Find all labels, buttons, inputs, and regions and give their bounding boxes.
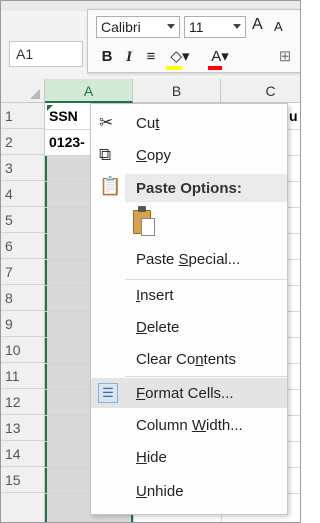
menu-item-delete-label: Delete xyxy=(136,319,180,336)
menu-item-clear-contents-label: Clear Contents xyxy=(136,351,237,368)
column-header-c[interactable]: C xyxy=(221,79,300,103)
menu-item-cut-label: Cut xyxy=(136,115,160,132)
paste-options-header: Paste Options: xyxy=(125,174,287,202)
menu-item-column-width-label: Column Width... xyxy=(136,417,243,434)
column-header-a[interactable]: A xyxy=(45,79,133,103)
row-header-10[interactable]: 10 xyxy=(1,337,44,363)
clipboard-clip xyxy=(138,206,146,212)
bold-button[interactable]: B xyxy=(98,46,116,68)
align-center-button[interactable]: ≡ xyxy=(142,46,160,68)
font-color-swatch xyxy=(208,66,222,70)
row-header-1[interactable]: 1 xyxy=(1,103,44,129)
cell-a1-text: SSN xyxy=(49,108,78,124)
menu-separator xyxy=(125,376,287,377)
paste-option-button[interactable] xyxy=(133,206,159,238)
fill-color-swatch xyxy=(166,66,182,70)
chevron-down-icon xyxy=(233,24,241,29)
clipboard-icon: 📋 xyxy=(99,176,122,196)
menu-item-format-cells[interactable]: ☰ Format Cells... xyxy=(91,378,287,408)
mini-toolbar: Calibri 11 A A B I ≡ ◇▾ A▾ ⊞ xyxy=(87,9,300,73)
row-header-13[interactable]: 13 xyxy=(1,415,44,441)
row-header-12[interactable]: 12 xyxy=(1,389,44,415)
context-menu: ✂ Cut ⧉ Copy 📋 Paste Options: Paste Spec… xyxy=(90,103,288,515)
row-header-4[interactable]: 4 xyxy=(1,181,44,207)
cell-c1-partial-text: u xyxy=(289,108,298,124)
column-header-row: A B C xyxy=(1,79,300,103)
copy-icon: ⧉ xyxy=(99,145,112,164)
menu-item-delete[interactable]: Delete xyxy=(91,312,287,342)
row-header-3[interactable]: 3 xyxy=(1,155,44,181)
menu-item-insert[interactable]: Insert xyxy=(91,280,287,310)
row-header-8[interactable]: 8 xyxy=(1,285,44,311)
menu-item-clear-contents[interactable]: Clear Contents xyxy=(91,344,287,374)
font-color-button[interactable]: A▾ xyxy=(204,46,236,68)
menu-item-format-cells-label: Format Cells... xyxy=(136,385,234,402)
format-cells-icon: ☰ xyxy=(98,383,118,403)
decrease-font-size-button[interactable]: A xyxy=(274,19,283,34)
row-header-14[interactable]: 14 xyxy=(1,441,44,467)
paste-paper-icon xyxy=(141,218,155,236)
row-header-15[interactable]: 15 xyxy=(1,467,44,493)
menu-item-copy-label: Copy xyxy=(136,147,172,164)
name-box[interactable]: A1 xyxy=(9,41,83,67)
font-size-value: 11 xyxy=(189,19,204,35)
menu-item-unhide-label: Unhide xyxy=(136,483,184,500)
font-size-dropdown[interactable]: 11 xyxy=(184,16,246,38)
row-header-6[interactable]: 6 xyxy=(1,233,44,259)
menu-item-copy[interactable]: ⧉ Copy xyxy=(91,140,287,170)
menu-item-paste-special[interactable]: Paste Special... xyxy=(91,244,287,274)
scissors-icon: ✂ xyxy=(99,113,114,132)
borders-button[interactable]: ⊞ xyxy=(272,46,298,68)
cell-a2-text: 0123- xyxy=(49,134,85,150)
row-header-9[interactable]: 9 xyxy=(1,311,44,337)
row-header-2[interactable]: 2 xyxy=(1,129,44,155)
paste-options-label: Paste Options: xyxy=(136,180,242,197)
chevron-down-icon xyxy=(167,24,175,29)
menu-item-column-width[interactable]: Column Width... xyxy=(91,410,287,440)
font-name-value: Calibri xyxy=(101,19,141,35)
menu-item-cut[interactable]: ✂ Cut xyxy=(91,108,287,138)
menu-item-hide-label: Hide xyxy=(136,449,167,466)
font-name-dropdown[interactable]: Calibri xyxy=(96,16,180,38)
menu-item-unhide[interactable]: Unhide xyxy=(91,476,287,506)
row-header-7[interactable]: 7 xyxy=(1,259,44,285)
select-all-button[interactable] xyxy=(1,79,45,103)
italic-button[interactable]: I xyxy=(120,46,138,68)
fill-color-button[interactable]: ◇▾ xyxy=(164,46,196,68)
row-header-5[interactable]: 5 xyxy=(1,207,44,233)
row-header-11[interactable]: 11 xyxy=(1,363,44,389)
menu-item-hide[interactable]: Hide xyxy=(91,442,287,472)
excel-window: A1 A B C 1 2 3 4 5 6 7 8 9 10 11 12 13 1… xyxy=(0,0,301,523)
menu-item-paste-special-label: Paste Special... xyxy=(136,251,241,268)
increase-font-size-button[interactable]: A xyxy=(252,16,263,34)
menu-item-insert-label: Insert xyxy=(136,287,174,304)
name-box-value: A1 xyxy=(16,46,34,62)
row-headers: 1 2 3 4 5 6 7 8 9 10 11 12 13 14 15 xyxy=(1,103,45,522)
column-header-b[interactable]: B xyxy=(133,79,221,103)
